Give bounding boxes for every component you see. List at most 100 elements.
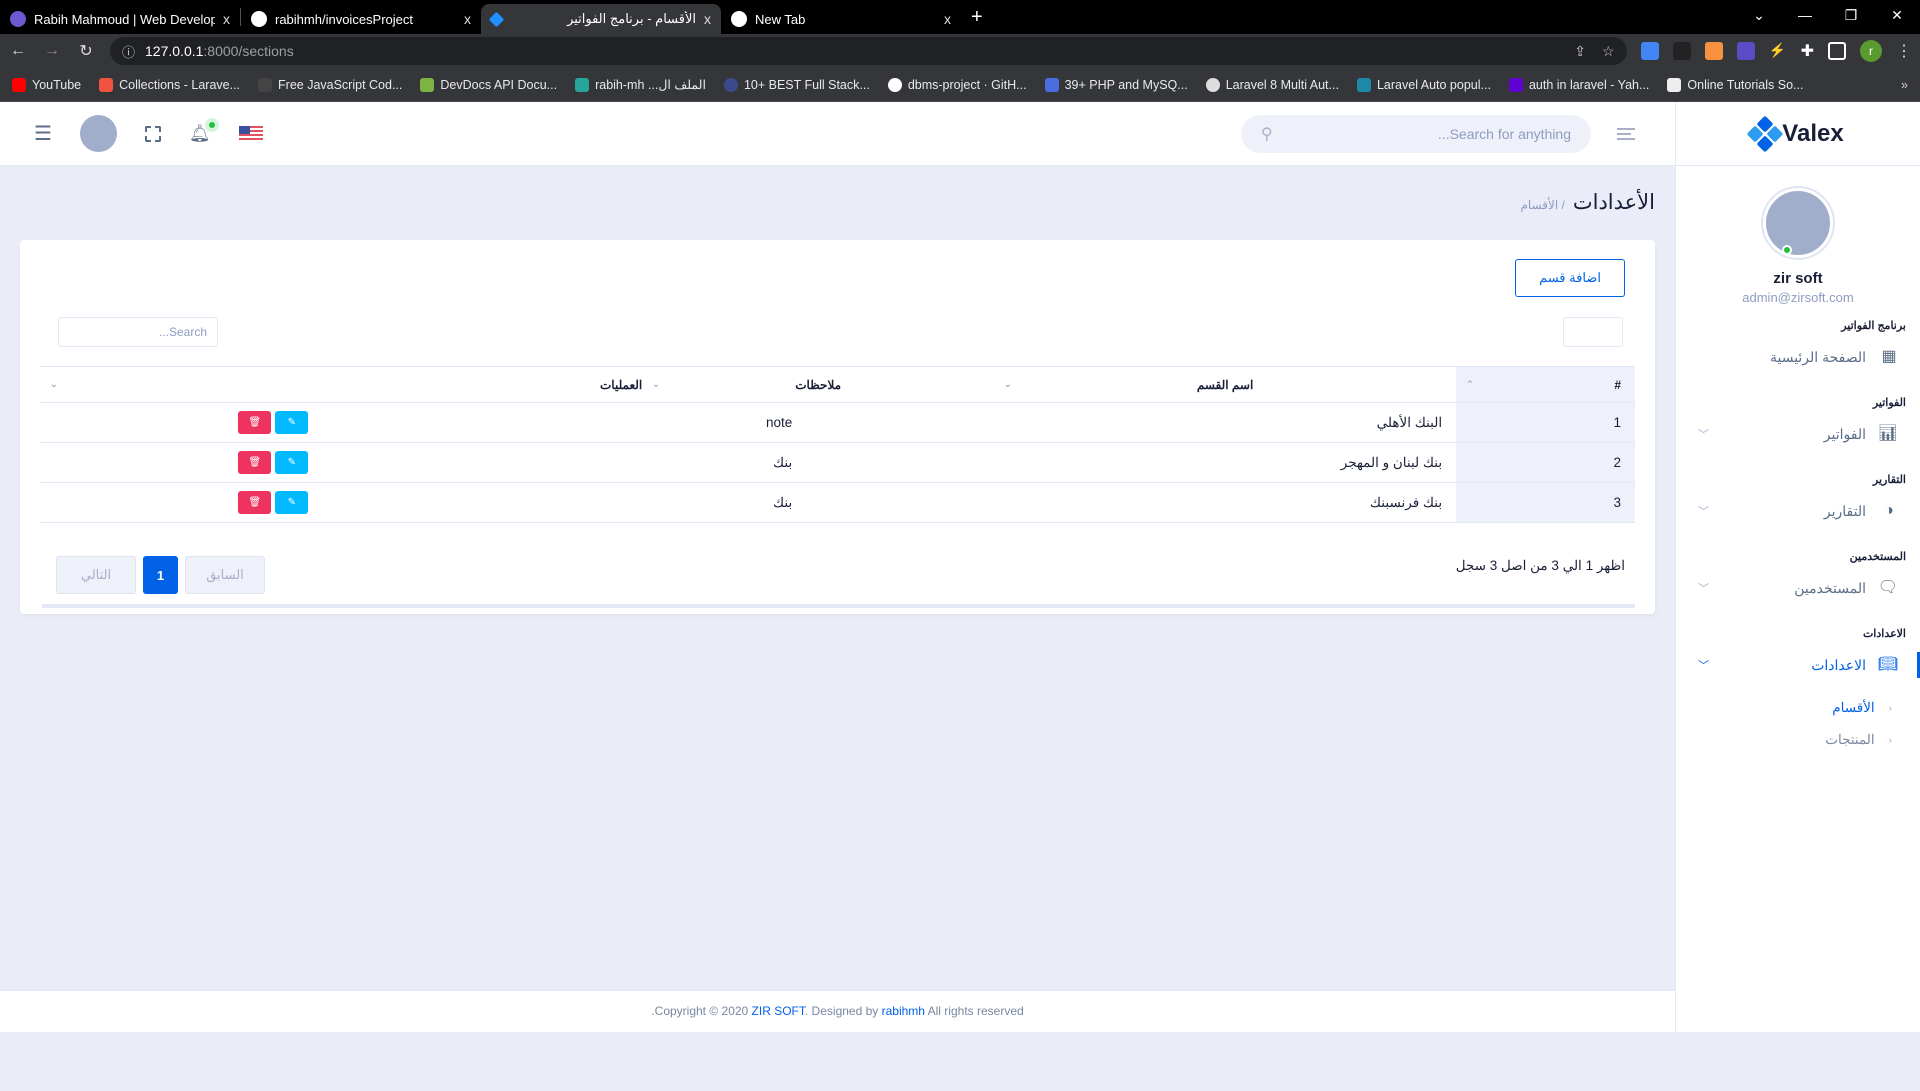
us-flag-language-icon[interactable] <box>238 125 263 142</box>
close-tab-icon[interactable]: x <box>704 11 711 27</box>
reload-icon[interactable]: ↻ <box>76 41 96 61</box>
chevron-down-icon: ﹀ <box>1698 660 1709 672</box>
maximize-icon[interactable]: ❐ <box>1828 7 1874 24</box>
author-link[interactable]: rabihmh <box>882 1004 925 1018</box>
tab-title: Rabih Mahmoud | Web Develope <box>34 11 215 27</box>
bookmark-item[interactable]: 39+ PHP and MySQ... <box>1044 77 1188 92</box>
search-icon[interactable]: ⚲ <box>1261 124 1273 144</box>
row-actions: 🗑︎ ✎ <box>40 442 643 483</box>
fullscreen-icon[interactable] <box>144 125 161 142</box>
sidebar-subitem-products[interactable]: ‹ المنتجات <box>1676 724 1920 756</box>
share-icon[interactable]: ⇪ <box>1574 43 1586 60</box>
bookmark-item[interactable]: rabih-mh ...الملف ال <box>575 77 706 92</box>
edit-button[interactable]: ✎ <box>275 411 309 434</box>
site-info-icon[interactable]: ⓘ <box>122 42 135 61</box>
column-header-name[interactable]: اسم القسم ⌄ <box>994 366 1457 403</box>
header-label: ملاحظات <box>795 377 842 392</box>
user-avatar[interactable] <box>1763 188 1833 258</box>
tab-search-icon[interactable]: ⌄ <box>1736 7 1782 24</box>
hamburger-menu-icon[interactable]: ☰ <box>34 121 52 146</box>
extension-icon[interactable] <box>1672 42 1691 60</box>
sort-icon: ⌄ <box>1004 379 1012 389</box>
bookmark-item[interactable]: Laravel Auto popul... <box>1356 77 1491 92</box>
bar-chart-icon: 📊︎ <box>1877 425 1898 442</box>
sidebar-item-settings[interactable]: 📖︎ الاعدادات ﹀ <box>1676 646 1920 684</box>
delete-button[interactable]: 🗑︎ <box>238 411 272 434</box>
pagination-previous[interactable]: السابق <box>185 556 265 594</box>
close-tab-icon[interactable]: x <box>464 11 471 27</box>
horizontal-scrollbar[interactable] <box>42 604 1635 608</box>
delete-button[interactable]: 🗑︎ <box>238 491 272 514</box>
extensions-puzzle-icon[interactable]: ✚ <box>1801 41 1814 61</box>
bookmark-item[interactable]: DevDocs API Docu... <box>420 77 557 92</box>
bookmark-item[interactable]: Collections - Larave... <box>99 77 240 92</box>
address-bar[interactable]: ⓘ 127.0.0.1:8000/sections ⇪ ☆ <box>110 37 1627 65</box>
sidebar-item-reports[interactable]: ◑ التقارير ﹀ <box>1676 492 1920 530</box>
sidebar-item-invoices[interactable]: 📊︎ الفواتير ﹀ <box>1676 415 1920 453</box>
sort-icon: ⌄ <box>652 379 660 389</box>
brand-logo[interactable]: Valex <box>1676 102 1920 166</box>
subitem-label: الأقسام <box>1832 700 1875 715</box>
menu-kebab-icon[interactable]: ⋮ <box>1896 41 1912 61</box>
table-row: 1 البنك الأهلي note 🗑︎ ✎ <box>40 402 1635 443</box>
table-search-input[interactable] <box>58 317 218 347</box>
section-notes: note <box>642 402 995 443</box>
bookmark-item[interactable]: Online Tutorials So... <box>1667 77 1803 92</box>
profile-avatar[interactable]: r <box>1860 40 1882 62</box>
bookmark-label: Free JavaScript Cod... <box>278 77 403 92</box>
bookmark-star-icon[interactable]: ☆ <box>1602 43 1615 60</box>
close-tab-icon[interactable]: x <box>223 11 230 27</box>
bookmark-item[interactable]: Free JavaScript Cod... <box>258 77 403 92</box>
dashboard-icon: ▦ <box>1881 348 1897 365</box>
add-section-button[interactable]: اضافة قسم <box>1515 259 1625 297</box>
sidebar-item-users[interactable]: 🗨︎ المستخدمين ﹀ <box>1676 569 1920 607</box>
global-search: ⚲ <box>1241 114 1591 153</box>
page-length-select[interactable] <box>1563 317 1623 347</box>
column-header-number[interactable]: # ⌃ <box>1456 366 1635 403</box>
bookmark-item[interactable]: auth in laravel - Yah... <box>1508 77 1649 92</box>
delete-button[interactable]: 🗑︎ <box>238 451 272 474</box>
bookmark-item[interactable]: 10+ BEST Full Stack... <box>723 77 870 92</box>
url-path: :8000/sections <box>203 43 294 59</box>
forward-icon[interactable]: → <box>42 42 62 60</box>
extension-icon[interactable]: ⚡ <box>1769 42 1787 60</box>
extension-icon[interactable] <box>1736 42 1755 60</box>
company-link[interactable]: ZIR SOFT <box>752 1004 805 1018</box>
align-right-menu-icon[interactable] <box>1617 127 1635 140</box>
extension-icon[interactable] <box>1704 42 1723 60</box>
browser-tab-active[interactable]: الأقسام - برنامج الفواتير x <box>481 4 721 34</box>
sidebar-item-label: الفواتير <box>1823 425 1866 442</box>
pagination-page[interactable]: 1 <box>143 556 178 594</box>
more-bookmarks-button[interactable]: » <box>1901 78 1908 92</box>
browser-tab[interactable]: rabihmh/invoicesProject x <box>241 4 481 34</box>
edit-button[interactable]: ✎ <box>275 491 309 514</box>
sidebar-item-home[interactable]: ▦ الصفحة الرئيسية <box>1676 338 1920 376</box>
sidebar-subitem-sections[interactable]: ‹ الأقسام <box>1676 692 1920 724</box>
google-translate-extension-icon[interactable] <box>1640 42 1659 60</box>
browser-tab[interactable]: Rabih Mahmoud | Web Develope x <box>0 4 240 34</box>
chevron-left-icon: ‹ <box>1888 702 1892 714</box>
row-number: 2 <box>1456 442 1635 483</box>
chevron-down-icon: ﹀ <box>1698 583 1709 595</box>
back-icon[interactable]: ← <box>8 42 28 60</box>
pagination: التالي 1 السابق <box>56 556 265 594</box>
header-avatar[interactable] <box>79 115 117 152</box>
close-tab-icon[interactable]: x <box>944 11 951 27</box>
global-search-input[interactable] <box>1272 125 1571 142</box>
column-header-operations[interactable]: العمليات ⌄ <box>40 366 643 403</box>
column-header-notes[interactable]: ملاحظات ⌄ <box>642 366 995 403</box>
bookmark-label: dbms-project · GitH... <box>907 77 1027 92</box>
bookmark-item[interactable]: YouTube <box>12 77 81 92</box>
minimize-icon[interactable]: — <box>1782 7 1828 23</box>
pagination-next[interactable]: التالي <box>56 556 136 594</box>
new-tab-button[interactable]: + <box>961 6 993 29</box>
edit-button[interactable]: ✎ <box>275 451 309 474</box>
trash-icon: 🗑︎ <box>248 417 262 428</box>
browser-tab[interactable]: New Tab x <box>721 4 961 34</box>
close-window-icon[interactable]: ✕ <box>1874 7 1920 24</box>
bookmark-item[interactable]: Laravel 8 Multi Aut... <box>1205 77 1339 92</box>
bookmark-item[interactable]: dbms-project · GitH... <box>887 77 1027 92</box>
sidebar-category: التقارير <box>1872 474 1906 486</box>
side-panel-icon[interactable] <box>1828 42 1846 60</box>
notifications-bell-icon[interactable]: 🔔︎ <box>189 117 219 144</box>
